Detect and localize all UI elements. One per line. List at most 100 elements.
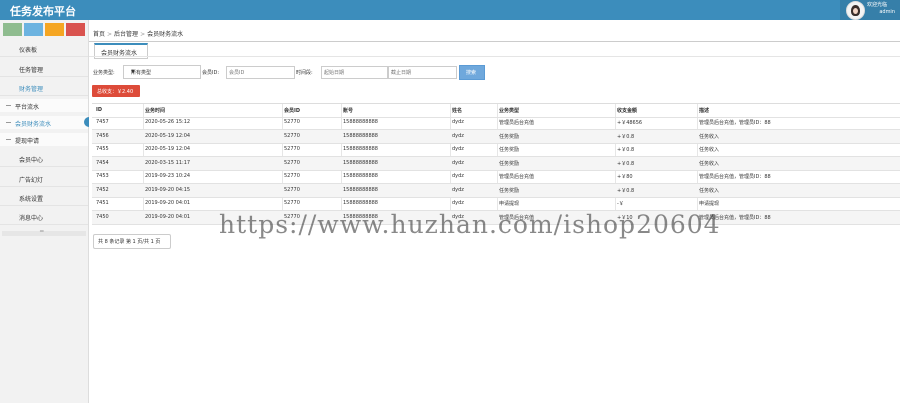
sidebar-item-label: 消息中心	[19, 215, 44, 222]
sidebar-item-tasks[interactable]: 任务管理	[0, 60, 88, 77]
time-range-label: 时间段:	[296, 70, 313, 76]
breadcrumb-current: 会员财务流水	[147, 31, 184, 38]
theme-swatch-orange[interactable]	[45, 23, 64, 36]
cell-member-id: 52770	[284, 133, 300, 139]
cell-amount: +￥0.8	[617, 134, 635, 140]
cell-account: 15888888888	[343, 187, 378, 193]
table-row: 7452 2019-09-20 04:15 52770 15888888888 …	[92, 184, 900, 198]
business-type-label: 业务类型:	[93, 70, 115, 76]
header-name: 姓名	[452, 108, 463, 114]
cell-id: 7455	[96, 146, 109, 152]
sidebar-item-label: 任务管理	[19, 67, 44, 74]
sidebar-item-ads[interactable]: 广告幻灯	[0, 170, 88, 187]
sidebar: 仪表板 任务管理 财务管理 平台流水 会员财务流水 提现申请 会员中心 广告幻灯…	[0, 20, 89, 403]
user-greeting: 欢迎光临 admin	[867, 2, 895, 16]
cell-amount: +￥80	[617, 174, 633, 180]
cell-account: 15888888888	[343, 160, 378, 166]
cell-member-id: 52770	[284, 173, 300, 179]
pagination-text: 共 8 条记录 第 1 页/共 1 页	[98, 239, 161, 245]
cell-type: 任务奖励	[499, 147, 520, 153]
table-row: 7455 2020-05-19 12:04 52770 15888888888 …	[92, 143, 900, 157]
sidebar-item-finance[interactable]: 财务管理	[0, 79, 88, 96]
header-description: 描述	[699, 108, 710, 114]
sidebar-item-label: 会员中心	[19, 157, 44, 164]
theme-swatch-blue[interactable]	[24, 23, 43, 36]
member-id-label: 会员ID:	[202, 70, 220, 76]
welcome-text: 欢迎光临	[867, 2, 888, 8]
cell-type: 管理员后台充值	[499, 120, 535, 126]
sidebar-subitem-platform-flow[interactable]: 平台流水	[0, 99, 88, 112]
cell-account: 15888888888	[343, 133, 378, 139]
avatar[interactable]	[846, 1, 865, 20]
cell-account: 15888888888	[343, 200, 378, 206]
cell-id: 7452	[96, 187, 109, 193]
sidebar-item-members[interactable]: 会员中心	[0, 150, 88, 167]
cell-name: dydz	[452, 119, 464, 125]
dash-icon	[6, 122, 11, 123]
sidebar-subitem-label: 提现申请	[15, 138, 40, 145]
breadcrumb-home[interactable]: 首页	[93, 31, 105, 38]
cell-amount: +￥0.8	[617, 161, 635, 167]
end-date-input-wrap	[388, 66, 457, 79]
breadcrumb: 首页 > 后台管理 > 会员财务流水	[93, 29, 183, 38]
cell-id: 7453	[96, 173, 109, 179]
end-date-input[interactable]	[389, 67, 456, 78]
header-amount: 收支金额	[617, 108, 638, 114]
chevron-down-icon: ▼	[131, 69, 135, 75]
header-time: 业务时间	[145, 108, 166, 114]
cell-amount: +￥0.8	[617, 147, 635, 153]
theme-swatch-red[interactable]	[66, 23, 85, 36]
sidebar-item-dashboard[interactable]: 仪表板	[0, 40, 88, 57]
sidebar-subitem-member-flow[interactable]: 会员财务流水	[0, 116, 89, 129]
breadcrumb-admin[interactable]: 后台管理	[114, 31, 138, 38]
cell-description: 任务收入	[699, 161, 720, 167]
table-row: 7451 2019-09-20 04:01 52770 15888888888 …	[92, 197, 900, 211]
cell-account: 15888888888	[343, 173, 378, 179]
business-type-select[interactable]: 所有类型 ▼	[123, 65, 201, 79]
cell-type: 申请提现	[499, 201, 520, 207]
pagination-info: 共 8 条记录 第 1 页/共 1 页	[93, 234, 171, 249]
cell-type: 任务奖励	[499, 161, 520, 167]
cell-member-id: 52770	[284, 146, 300, 152]
cell-time: 2019-09-20 04:01	[145, 214, 191, 220]
search-button[interactable]: 搜索	[459, 65, 485, 80]
total-balance-text: 总收支：￥2.40	[97, 89, 134, 95]
collapse-icon: ═	[40, 228, 44, 235]
cell-time: 2019-09-20 04:15	[145, 187, 191, 193]
cell-member-id: 52770	[284, 187, 300, 193]
header-member-id: 会员ID	[284, 108, 301, 114]
cell-name: dydz	[452, 146, 464, 152]
sidebar-collapse-toggle[interactable]: ═	[2, 228, 86, 236]
cell-amount: -￥	[617, 201, 624, 207]
cell-id: 7451	[96, 200, 109, 206]
sidebar-item-label: 系统设置	[19, 196, 44, 203]
start-date-input-wrap	[321, 66, 388, 79]
cell-amount: +￥48656	[617, 120, 643, 126]
cell-name: dydz	[452, 160, 464, 166]
sidebar-subitem-withdraw[interactable]: 提现申请	[0, 133, 88, 146]
sidebar-item-settings[interactable]: 系统设置	[0, 189, 88, 206]
theme-swatch-green[interactable]	[3, 23, 22, 36]
cell-time: 2020-03-15 11:17	[145, 160, 191, 166]
member-id-input[interactable]	[227, 67, 294, 78]
app-title: 任务发布平台	[10, 5, 76, 18]
cell-description: 申请提现	[699, 201, 720, 207]
cell-member-id: 52770	[284, 160, 300, 166]
cell-account: 15888888888	[343, 119, 378, 125]
start-date-input[interactable]	[322, 67, 387, 78]
sidebar-item-label: 财务管理	[19, 86, 44, 93]
table-row: 7457 2020-05-26 15:12 52770 15888888888 …	[92, 116, 900, 130]
cell-member-id: 52770	[284, 119, 300, 125]
user-name: admin	[879, 9, 895, 15]
sidebar-item-label: 广告幻灯	[19, 177, 44, 184]
cell-name: dydz	[452, 187, 464, 193]
avatar-face	[853, 8, 858, 14]
cell-type: 任务奖励	[499, 134, 520, 140]
cell-id: 7450	[96, 214, 109, 220]
user-menu[interactable]: 欢迎光临 admin	[840, 0, 900, 20]
cell-name: dydz	[452, 200, 464, 206]
sidebar-item-label: 仪表板	[19, 47, 38, 54]
top-bar: 任务发布平台 欢迎光临 admin	[0, 0, 900, 20]
cell-id: 7456	[96, 133, 109, 139]
sidebar-item-messages[interactable]: 消息中心	[0, 208, 88, 225]
